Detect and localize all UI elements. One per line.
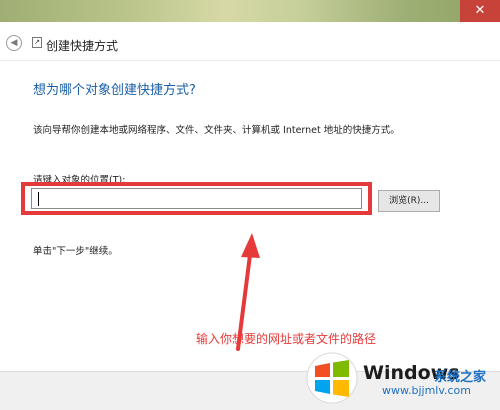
annotation-text: 输入你想要的网址或者文件的路径 [196,332,377,346]
back-button[interactable]: ◀ [6,35,22,51]
shortcut-icon: ↗ [32,37,42,48]
watermark-subtitle: 系统之家 [434,370,487,385]
window-frame [0,0,500,22]
back-arrow-icon: ◀ [10,38,18,48]
description-text: 该向导帮你创建本地或网络程序、文件、文件夹、计算机或 Internet 地址的快… [33,125,400,136]
create-shortcut-dialog: ◀ ↗ 创建快捷方式 想为哪个对象创建快捷方式? 该向导帮你创建本地或网络程序、… [0,22,500,410]
windows-logo-icon [306,352,358,404]
page-heading: 想为哪个对象创建快捷方式? [33,83,196,98]
wizard-header: ◀ ↗ 创建快捷方式 [0,22,500,61]
browse-button[interactable]: 浏览(R)... [378,190,440,212]
highlight-box [21,182,372,215]
close-icon: ✕ [474,3,486,18]
continue-hint: 单击"下一步"继续。 [33,246,118,257]
wizard-title: 创建快捷方式 [46,39,119,53]
watermark-url: www.bjjmlv.com [382,384,471,397]
close-button[interactable]: ✕ [460,0,500,22]
